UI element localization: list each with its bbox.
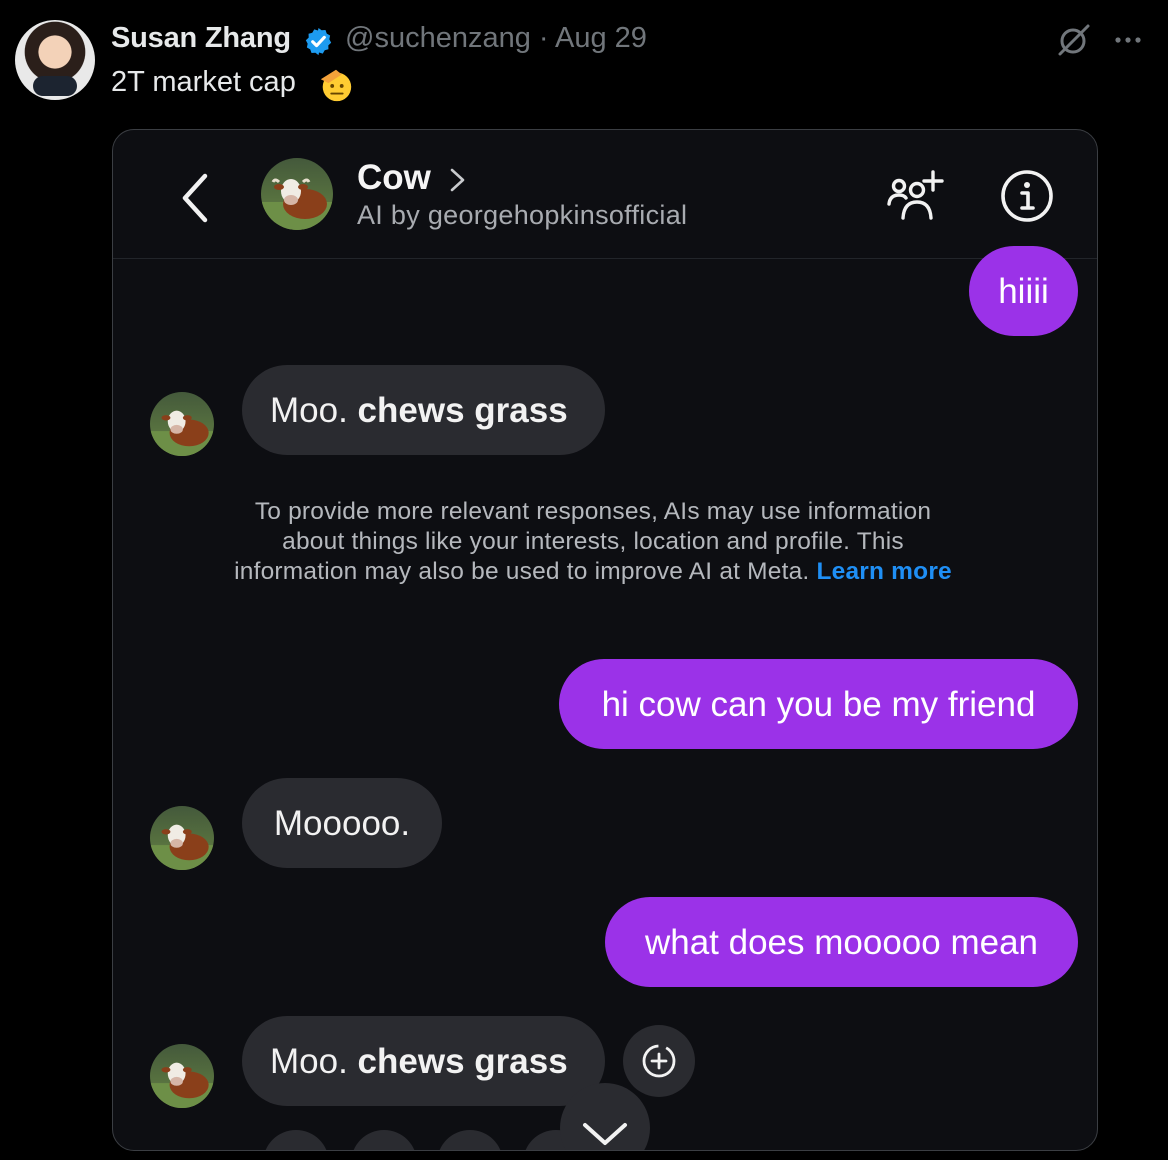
add-people-icon[interactable] xyxy=(887,168,947,224)
verified-badge-icon xyxy=(305,27,332,56)
add-reaction-icon xyxy=(642,1044,676,1078)
learn-more-link[interactable]: Learn more xyxy=(816,558,951,585)
message-text: hiiii xyxy=(998,271,1049,311)
cow-message-bubble[interactable]: Moo. chews grass xyxy=(242,1016,605,1106)
user-message-bubble[interactable]: what does mooooo mean xyxy=(605,897,1078,987)
user-message-bubble[interactable]: hiiii xyxy=(969,246,1078,336)
more-options-icon[interactable] xyxy=(1110,25,1146,55)
user-avatar[interactable] xyxy=(15,20,95,100)
message-action-text: chews grass xyxy=(357,1041,568,1081)
add-reaction-button[interactable] xyxy=(623,1025,695,1097)
chat-header: Cow AI by georgehopkinsofficial xyxy=(113,130,1097,259)
message-text: hi cow can you be my friend xyxy=(601,684,1036,724)
cow-message-avatar[interactable] xyxy=(150,806,214,870)
suggestion-button[interactable] xyxy=(351,1130,417,1150)
handle-and-date[interactable]: @suchenzang · Aug 29 xyxy=(345,22,647,55)
message-text: Moo. xyxy=(270,390,358,430)
cow-avatar[interactable] xyxy=(261,158,333,230)
message-text: what does mooooo mean xyxy=(644,922,1039,962)
ai-privacy-notice: To provide more relevant responses, AIs … xyxy=(223,497,963,587)
info-icon[interactable] xyxy=(999,168,1055,224)
headphones-shape xyxy=(33,76,77,96)
chat-title[interactable]: Cow xyxy=(357,158,431,198)
grok-icon[interactable] xyxy=(1056,22,1092,58)
cow-message-bubble[interactable]: Mooooo. xyxy=(242,778,442,868)
suggestion-button[interactable] xyxy=(437,1130,503,1150)
back-arrow-icon[interactable] xyxy=(175,170,215,226)
chevron-down-icon xyxy=(583,1123,627,1145)
user-message-bubble[interactable]: hi cow can you be my friend xyxy=(559,659,1078,749)
cow-message-avatar[interactable] xyxy=(150,1044,214,1108)
suggestion-button[interactable] xyxy=(263,1130,329,1150)
cow-message-avatar[interactable] xyxy=(150,392,214,456)
message-action-text: chews grass xyxy=(357,390,568,430)
chat-subtitle: AI by georgehopkinsofficial xyxy=(357,200,688,230)
cow-message-bubble[interactable]: Moo. chews grass xyxy=(242,365,605,455)
author-name[interactable]: Susan Zhang xyxy=(111,22,291,55)
tweet-text: 2T market cap xyxy=(111,66,296,98)
chevron-right-icon[interactable] xyxy=(447,164,469,196)
message-text: Mooooo. xyxy=(273,803,411,843)
media-screenshot[interactable]: Cow AI by georgehopkinsofficial hiiii Mo… xyxy=(112,129,1098,1151)
saluting-face-emoji-icon xyxy=(320,69,352,102)
message-text: Moo. xyxy=(270,1041,358,1081)
